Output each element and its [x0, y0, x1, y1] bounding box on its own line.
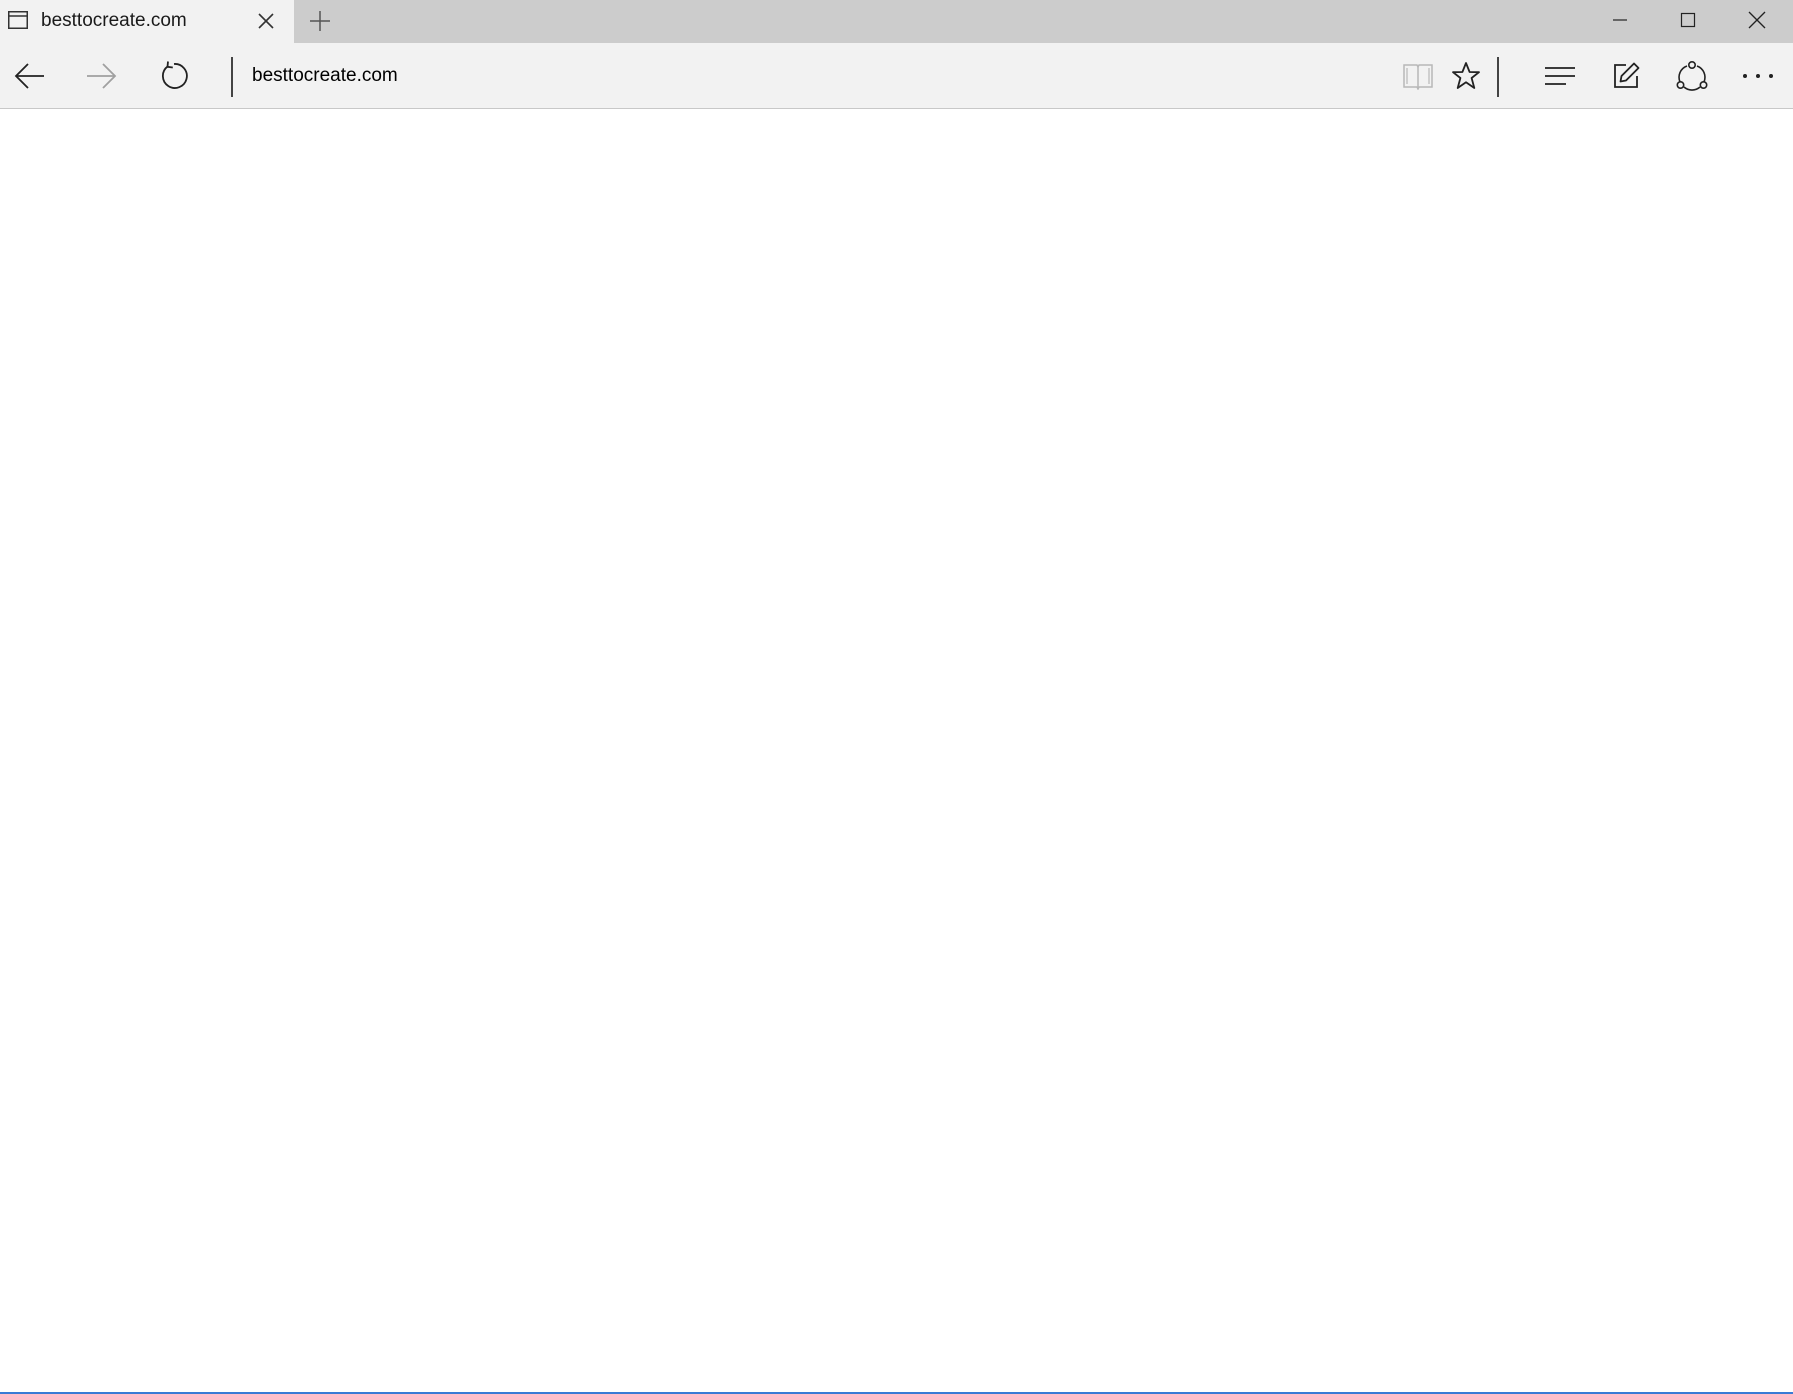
window-close-button[interactable]: [1723, 0, 1791, 40]
toolbar-divider: [1497, 57, 1499, 97]
maximize-button[interactable]: [1654, 0, 1722, 40]
address-bar[interactable]: besttocreate.com: [240, 43, 1390, 109]
browser-window: besttocreate.com besttocreate.com: [0, 0, 1793, 1394]
refresh-button[interactable]: [146, 43, 202, 109]
favorite-button[interactable]: [1438, 43, 1494, 109]
tab-close-icon[interactable]: [256, 11, 276, 31]
hub-icon: [1545, 67, 1575, 85]
minimize-button[interactable]: [1586, 0, 1654, 40]
more-button[interactable]: [1730, 43, 1786, 109]
hub-button[interactable]: [1532, 43, 1588, 109]
share-button[interactable]: [1664, 43, 1720, 109]
book-icon: [1403, 64, 1433, 90]
web-note-button[interactable]: [1598, 43, 1654, 109]
address-text[interactable]: besttocreate.com: [252, 65, 398, 87]
pen-icon: [1614, 62, 1640, 88]
tab-active[interactable]: besttocreate.com: [0, 0, 294, 43]
new-tab-plus-icon[interactable]: [308, 9, 332, 33]
navigation-toolbar: besttocreate.com: [0, 43, 1793, 109]
refresh-icon: [161, 61, 188, 89]
share-icon: [1676, 60, 1708, 91]
maximize-icon: [1680, 12, 1696, 28]
arrow-right-icon: [87, 63, 117, 89]
tab-strip: besttocreate.com: [0, 0, 1793, 43]
close-icon: [1748, 11, 1766, 29]
more-icon: [1743, 74, 1773, 78]
page-content[interactable]: [0, 109, 1793, 1392]
address-divider: [231, 57, 233, 97]
back-button[interactable]: [2, 43, 58, 109]
tab-title: besttocreate.com: [41, 10, 187, 31]
arrow-left-icon: [14, 63, 44, 89]
star-icon: [1452, 62, 1480, 89]
page-icon: [8, 11, 28, 29]
minimize-icon: [1613, 19, 1627, 21]
forward-button[interactable]: [73, 43, 129, 109]
